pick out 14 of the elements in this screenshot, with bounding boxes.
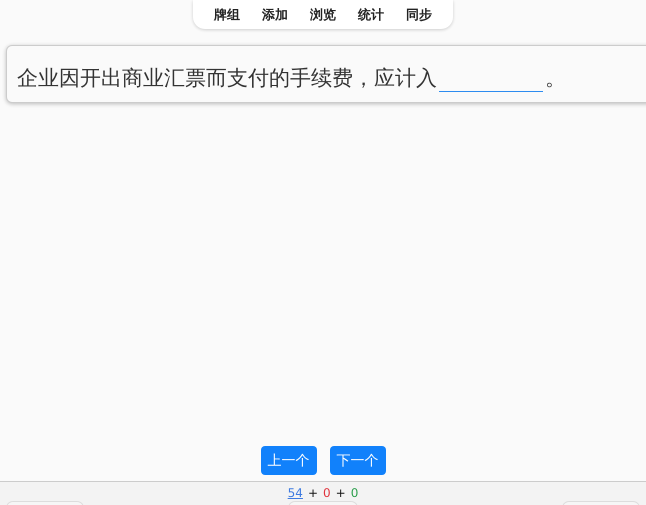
nav-button[interactable]: 下一个	[330, 446, 386, 475]
plus-sign: +	[336, 486, 346, 500]
nav-button[interactable]: 上一个	[260, 446, 316, 475]
nav-tab[interactable]: 浏览	[299, 2, 347, 28]
question-text: 企业因开出商业汇票而支付的手续费，应计入	[17, 65, 437, 92]
nav-tab[interactable]: 添加	[251, 2, 299, 28]
question-period: 。	[545, 65, 566, 92]
plus-sign: +	[308, 486, 318, 500]
nav-tab[interactable]: 统计	[347, 2, 395, 28]
count-link[interactable]: 54	[288, 486, 303, 500]
count-text: 0	[323, 486, 331, 500]
nav-tab[interactable]: 牌组	[203, 2, 251, 28]
count-text: 0	[350, 486, 358, 500]
nav-tab[interactable]: 同步	[395, 2, 443, 28]
